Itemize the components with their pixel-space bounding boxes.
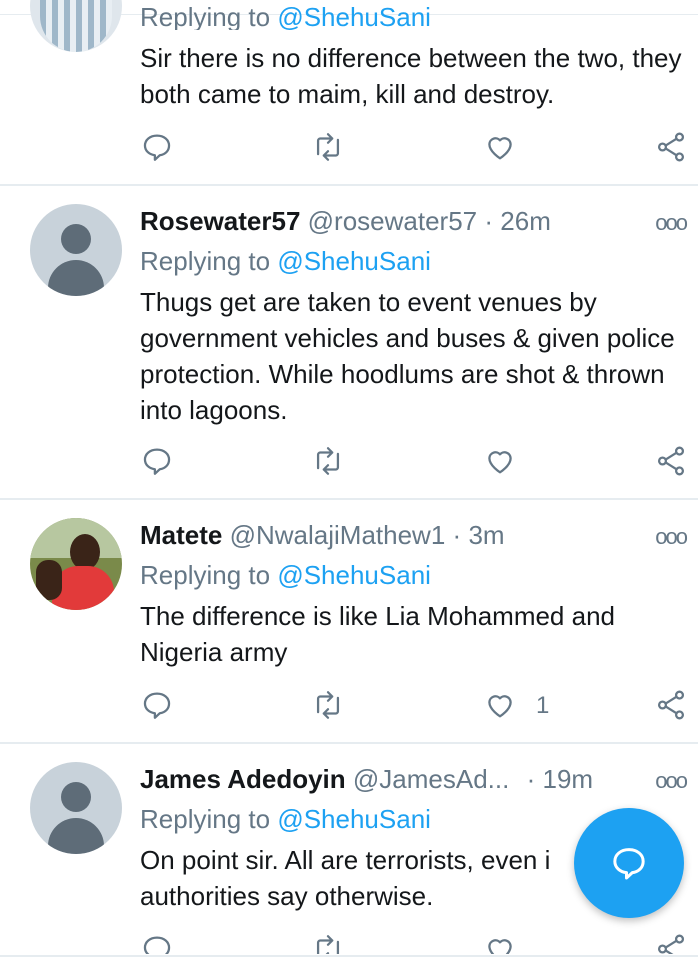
- reply-icon: [143, 134, 171, 161]
- retweet-icon: [316, 691, 340, 719]
- reply-button[interactable]: [140, 932, 180, 954]
- retweet-button[interactable]: [311, 130, 351, 170]
- tweet-header: Matete @NwalajiMathew1 · 3m: [140, 520, 505, 551]
- tweet-text: Thugs get are taken to event venues by g…: [140, 287, 675, 425]
- like-button[interactable]: [483, 932, 523, 954]
- retweet-button[interactable]: [311, 444, 351, 484]
- like-count: 1: [536, 692, 550, 719]
- retweet-button[interactable]: [311, 688, 351, 728]
- tweet-actions: [0, 130, 698, 170]
- mention-link[interactable]: @ShehuSani: [277, 560, 431, 590]
- share-button[interactable]: [654, 932, 694, 954]
- replying-to: Replying to @ShehuSani: [140, 560, 431, 591]
- tweet-header: James Adedoyin @JamesAd... · 19m: [140, 764, 593, 795]
- bottom-divider: [0, 955, 698, 957]
- avatar[interactable]: [30, 762, 122, 854]
- retweet-button[interactable]: [311, 932, 351, 954]
- retweet-icon: [316, 133, 340, 161]
- share-button[interactable]: [654, 444, 694, 484]
- avatar[interactable]: [30, 0, 122, 52]
- dot-separator: ·: [526, 764, 536, 794]
- like-button[interactable]: [483, 444, 523, 484]
- display-name[interactable]: Matete: [140, 520, 222, 550]
- share-button[interactable]: [654, 130, 694, 170]
- replying-prefix: Replying to: [140, 2, 271, 30]
- replying-prefix: Replying to: [140, 804, 271, 834]
- replying-to: Replying to @ShehuSani: [140, 2, 431, 30]
- dot-separator: ·: [452, 520, 462, 550]
- user-handle[interactable]: @NwalajiMathew1: [230, 520, 446, 550]
- timestamp[interactable]: 19m: [543, 764, 594, 794]
- compose-reply-icon: [613, 848, 645, 880]
- tweet-divider: [0, 742, 698, 744]
- display-name[interactable]: James Adedoyin: [140, 764, 346, 794]
- replying-to: Replying to @ShehuSani: [140, 804, 431, 835]
- tweet-divider: [0, 184, 698, 186]
- tweet-text: Sir there is no difference between the t…: [140, 43, 682, 109]
- heart-icon: [488, 695, 512, 718]
- retweet-icon: [316, 447, 340, 475]
- reply-button[interactable]: [140, 444, 180, 484]
- share-icon: [657, 690, 685, 720]
- avatar[interactable]: [30, 204, 122, 296]
- user-handle[interactable]: @rosewater57: [308, 206, 477, 236]
- like-button[interactable]: [483, 688, 523, 728]
- replying-prefix: Replying to: [140, 246, 271, 276]
- mention-link[interactable]: @ShehuSani: [277, 2, 431, 30]
- avatar[interactable]: [30, 518, 122, 610]
- timestamp[interactable]: 26m: [500, 206, 551, 236]
- tweet-header: Rosewater57 @rosewater57 · 26m: [140, 206, 551, 237]
- tweet-text: On point sir. All are terrorists, even i…: [140, 845, 551, 911]
- compose-reply-button[interactable]: [574, 808, 684, 918]
- tweet-text: The difference is like Lia Mohammed and …: [140, 601, 615, 667]
- retweet-icon: [316, 935, 340, 954]
- dot-separator: ·: [484, 206, 494, 236]
- tweet-actions: 1: [0, 688, 698, 728]
- replying-to: Replying to @ShehuSani: [140, 246, 431, 277]
- replying-prefix: Replying to: [140, 560, 271, 590]
- share-button[interactable]: [654, 688, 694, 728]
- heart-icon: [488, 939, 512, 954]
- share-icon: [657, 446, 685, 476]
- tweet-actions: [0, 444, 698, 484]
- display-name[interactable]: Rosewater57: [140, 206, 300, 236]
- heart-icon: [488, 451, 512, 474]
- reply-icon: [143, 936, 171, 954]
- tweet-actions: [0, 932, 698, 954]
- more-options-button[interactable]: ooo: [655, 768, 688, 794]
- reply-button[interactable]: [140, 130, 180, 170]
- more-options-button[interactable]: ooo: [655, 524, 688, 550]
- mention-link[interactable]: @ShehuSani: [277, 246, 431, 276]
- share-icon: [657, 132, 685, 162]
- share-icon: [657, 934, 685, 954]
- reply-icon: [143, 692, 171, 719]
- reply-button[interactable]: [140, 688, 180, 728]
- reply-icon: [143, 448, 171, 475]
- mention-link[interactable]: @ShehuSani: [277, 804, 431, 834]
- timestamp[interactable]: 3m: [468, 520, 504, 550]
- heart-icon: [488, 137, 512, 160]
- tweet-divider: [0, 498, 698, 500]
- like-button[interactable]: [483, 130, 523, 170]
- user-handle[interactable]: @JamesAd...: [353, 764, 509, 794]
- more-options-button[interactable]: ooo: [655, 210, 688, 236]
